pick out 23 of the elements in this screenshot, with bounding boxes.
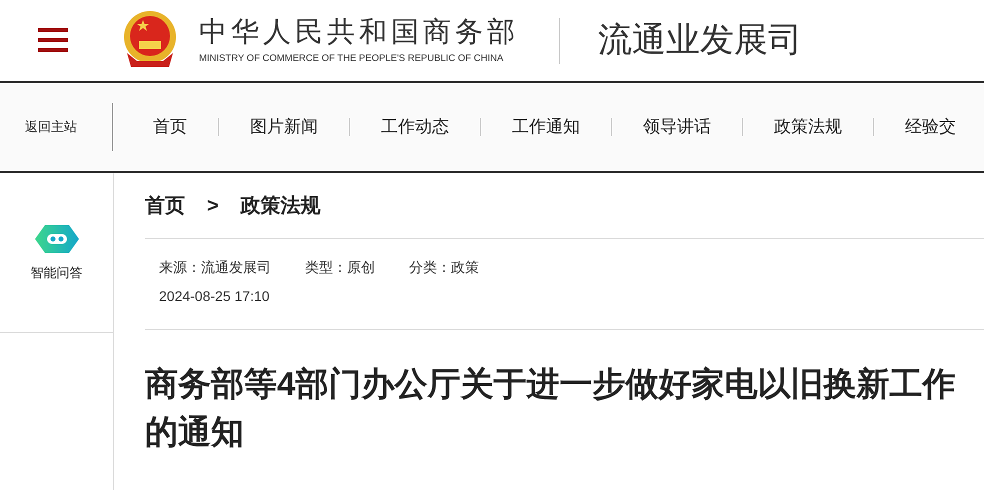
breadcrumb-link[interactable]: 政策法规 (240, 190, 321, 220)
nav-item[interactable]: 政策法规 (774, 114, 842, 140)
home-link[interactable]: 返回主站 (25, 117, 112, 137)
article-meta: 分类：政策 (409, 258, 479, 277)
nav-item[interactable]: 工作通知 (512, 114, 580, 140)
site-name: 中华人民共和国商务部 (199, 15, 519, 50)
nav-item[interactable]: 首页 (153, 114, 187, 140)
nav-item[interactable]: 图片新闻 (250, 114, 318, 140)
sidebar-item[interactable]: 智能问答 (0, 173, 113, 333)
nav-item[interactable]: 工作动态 (381, 114, 449, 140)
article-meta: 来源：流通发展司 (159, 258, 271, 277)
nav-item[interactable]: 经验交 (905, 114, 956, 140)
nav-item[interactable]: 领导讲话 (643, 114, 711, 140)
department-name: 流通业发展司 (598, 20, 802, 61)
publish-date: 2024-08-25 17:10 (159, 287, 270, 306)
sidebar-label: 智能问答 (30, 264, 82, 282)
article-meta: 类型：原创 (305, 258, 375, 277)
site-name-english: MINISTRY OF COMMERCE OF THE PEOPLE'S REPUBLIC OF CHINA (199, 52, 504, 66)
robot-icon (34, 225, 78, 253)
breadcrumb-separator: > (207, 194, 219, 218)
article-title: 商务部等4部门办公厅关于进一步做好家电以旧换新工作的通知 (145, 364, 956, 452)
menu-icon[interactable] (38, 28, 68, 53)
breadcrumb-link[interactable]: 首页 (145, 190, 185, 220)
